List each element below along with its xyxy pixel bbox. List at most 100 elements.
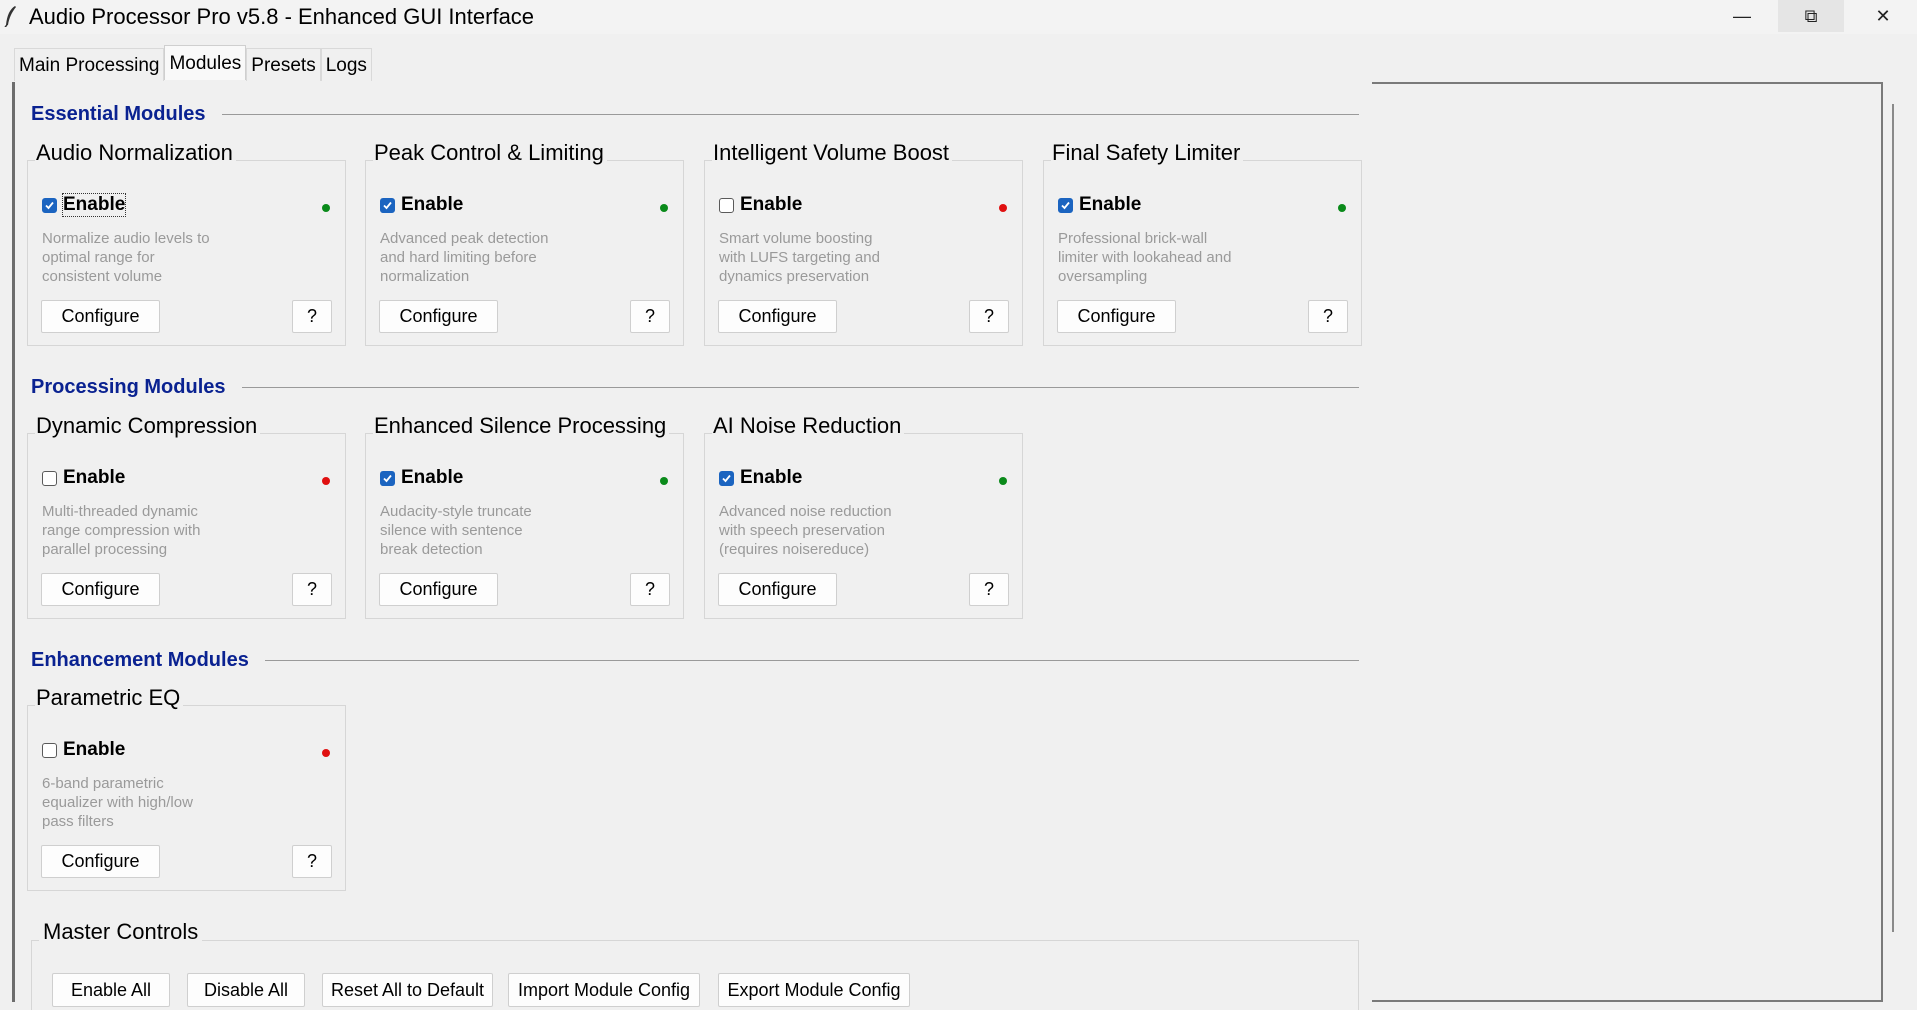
enable-toggle[interactable]: Enable — [1058, 194, 1141, 216]
help-button[interactable]: ? — [292, 845, 332, 878]
section-divider — [241, 386, 1359, 388]
section-divider — [264, 659, 1359, 661]
description-line: 6-band parametric — [42, 775, 164, 792]
description-line: Advanced noise reduction — [719, 503, 892, 520]
enable-label[interactable]: Enable — [1079, 194, 1141, 216]
module-title: Final Safety Limiter — [1051, 140, 1244, 166]
module-description: Professional brick-wall limiter with loo… — [1058, 229, 1258, 286]
module-card-peak-control-limiting: Peak Control & Limiting Enable Advanced … — [365, 140, 684, 346]
module-title: Parametric EQ — [35, 685, 184, 711]
enable-toggle[interactable]: Enable — [719, 467, 802, 489]
description-line: Audacity-style truncate — [380, 503, 532, 520]
module-description: Multi-threaded dynamic range compression… — [42, 502, 242, 559]
module-card-parametric-eq: Parametric EQ Enable 6-band parametric e… — [27, 685, 346, 891]
description-line: equalizer with high/low — [42, 794, 193, 811]
status-indicator — [322, 477, 330, 485]
tab-presets[interactable]: Presets — [246, 48, 321, 81]
configure-button[interactable]: Configure — [718, 573, 837, 606]
enable-label[interactable]: Enable — [740, 194, 802, 216]
checkbox-unchecked-icon[interactable] — [42, 470, 57, 486]
description-line: Professional brick-wall — [1058, 230, 1208, 247]
enable-toggle[interactable]: Enable — [42, 467, 125, 489]
disable-all-button[interactable]: Disable All — [187, 973, 305, 1007]
master-controls-title: Master Controls — [39, 919, 203, 945]
tab-bar: Main Processing Modules Presets Logs — [14, 45, 372, 82]
reset-all-button[interactable]: Reset All to Default — [322, 973, 493, 1007]
enable-toggle[interactable]: Enable — [42, 739, 125, 761]
status-indicator — [660, 204, 668, 212]
section-title: Essential Modules — [31, 102, 206, 125]
enable-label[interactable]: Enable — [63, 739, 125, 761]
section-divider — [221, 113, 1359, 115]
enable-label[interactable]: Enable — [401, 194, 463, 216]
module-title: Intelligent Volume Boost — [712, 140, 953, 166]
checkbox-checked-icon[interactable] — [1058, 197, 1073, 213]
description-line: pass filters — [42, 813, 114, 830]
description-line: limiter with lookahead and — [1058, 249, 1232, 266]
enable-toggle[interactable]: Enable — [719, 194, 802, 216]
window-title: Audio Processor Pro v5.8 - Enhanced GUI … — [29, 4, 535, 29]
description-line: oversampling — [1058, 268, 1148, 285]
enable-toggle[interactable]: Enable — [380, 194, 463, 216]
module-title: Peak Control & Limiting — [373, 140, 607, 166]
status-indicator — [322, 204, 330, 212]
enable-label[interactable]: Enable — [63, 467, 125, 489]
help-button[interactable]: ? — [630, 573, 670, 606]
tab-logs[interactable]: Logs — [320, 48, 372, 81]
enable-all-button[interactable]: Enable All — [52, 973, 170, 1007]
status-indicator — [999, 477, 1007, 485]
configure-button[interactable]: Configure — [41, 300, 160, 333]
description-line: with speech preservation — [719, 522, 885, 539]
tab-main-processing[interactable]: Main Processing — [14, 48, 165, 81]
section-processing: Processing Modules — [31, 374, 1359, 400]
module-title: Audio Normalization — [35, 140, 236, 166]
tab-modules[interactable]: Modules — [164, 45, 247, 80]
maximize-button[interactable]: ⧉ — [1778, 0, 1844, 32]
module-description: Smart volume boosting with LUFS targetin… — [719, 229, 919, 286]
enable-toggle[interactable]: Enable — [380, 467, 463, 489]
export-config-button[interactable]: Export Module Config — [718, 973, 910, 1007]
module-description: Advanced noise reduction with speech pre… — [719, 502, 919, 559]
configure-button[interactable]: Configure — [718, 300, 837, 333]
checkbox-unchecked-icon[interactable] — [719, 197, 734, 213]
help-button[interactable]: ? — [292, 573, 332, 606]
configure-button[interactable]: Configure — [379, 300, 498, 333]
help-button[interactable]: ? — [292, 300, 332, 333]
help-button[interactable]: ? — [969, 300, 1009, 333]
checkbox-checked-icon[interactable] — [380, 197, 395, 213]
side-panel — [1372, 82, 1883, 1002]
checkbox-unchecked-icon[interactable] — [42, 742, 57, 758]
section-enhancement: Enhancement Modules — [31, 647, 1359, 673]
close-button[interactable]: ✕ — [1850, 0, 1916, 32]
master-controls: Master Controls Enable All Disable All R… — [31, 919, 1359, 1010]
module-card-final-safety-limiter: Final Safety Limiter Enable Professional… — [1043, 140, 1362, 346]
enable-label[interactable]: Enable — [401, 467, 463, 489]
module-title: Enhanced Silence Processing — [373, 413, 670, 439]
configure-button[interactable]: Configure — [41, 573, 160, 606]
minimize-button[interactable]: — — [1709, 0, 1775, 32]
checkbox-checked-icon[interactable] — [42, 197, 57, 213]
help-button[interactable]: ? — [1308, 300, 1348, 333]
module-card-ai-noise-reduction: AI Noise Reduction Enable Advanced noise… — [704, 413, 1023, 619]
enable-label[interactable]: Enable — [740, 467, 802, 489]
scrollbar[interactable] — [1892, 104, 1894, 932]
configure-button[interactable]: Configure — [1057, 300, 1176, 333]
help-button[interactable]: ? — [630, 300, 670, 333]
section-title: Enhancement Modules — [31, 648, 249, 671]
help-button[interactable]: ? — [969, 573, 1009, 606]
enable-toggle[interactable]: Enable — [42, 193, 127, 217]
content-frame-border — [12, 82, 15, 1002]
window-titlebar: Audio Processor Pro v5.8 - Enhanced GUI … — [0, 0, 1917, 34]
configure-button[interactable]: Configure — [41, 845, 160, 878]
description-line: consistent volume — [42, 268, 163, 285]
checkbox-checked-icon[interactable] — [380, 470, 395, 486]
module-card-audio-normalization: Audio Normalization Enable Normalize aud… — [27, 140, 346, 346]
checkbox-checked-icon[interactable] — [719, 470, 734, 486]
module-title: AI Noise Reduction — [712, 413, 905, 439]
import-config-button[interactable]: Import Module Config — [508, 973, 700, 1007]
configure-button[interactable]: Configure — [379, 573, 498, 606]
section-title: Processing Modules — [31, 375, 226, 398]
module-card-intelligent-volume-boost: Intelligent Volume Boost Enable Smart vo… — [704, 140, 1023, 346]
enable-label[interactable]: Enable — [61, 193, 127, 217]
status-indicator — [1338, 204, 1346, 212]
